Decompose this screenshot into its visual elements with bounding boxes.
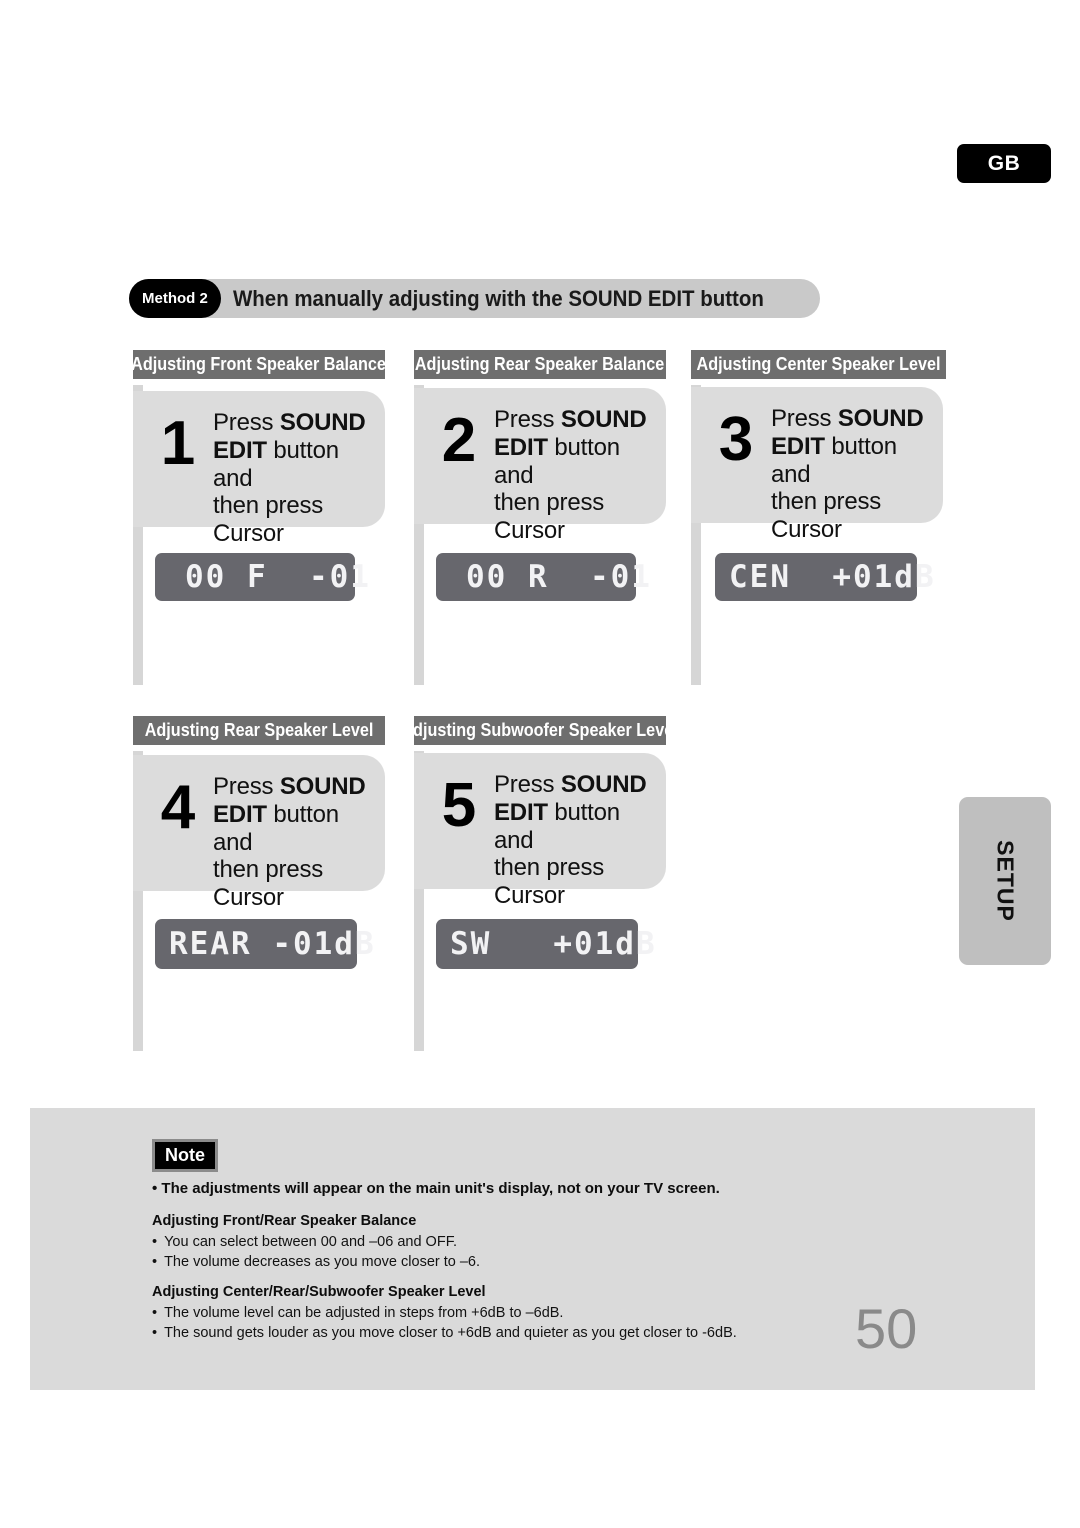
step-instruction-4: Press SOUND EDIT button and then press C…: [205, 755, 385, 938]
step-instruction-2: Press SOUND EDIT button and then press C…: [486, 388, 666, 571]
step-number-5: 5: [441, 771, 477, 840]
side-tab-setup-label: SETUP: [992, 840, 1019, 922]
method-pill: Method 2: [129, 279, 221, 318]
section-header-5: Adjusting Subwoofer Speaker Level: [402, 716, 678, 745]
step-line1-prefix-4: Press: [213, 773, 280, 800]
method-pill-label: Method 2: [142, 290, 208, 307]
step-box-3: 3 Press SOUND EDIT button and then press…: [691, 387, 943, 569]
step-line2-bold-1: EDIT: [213, 436, 267, 464]
lcd-display-5: SW +01dB: [436, 919, 655, 969]
step-line1-prefix-1: Press: [213, 409, 280, 436]
locale-badge-label: GB: [987, 151, 1021, 175]
step-number-3: 3: [718, 405, 754, 474]
step-line1-bold-4: SOUND: [279, 773, 366, 800]
note-item-2-2-text: The sound gets louder as you move closer…: [164, 1325, 737, 1341]
lcd-display-5-text: SW +01dB: [450, 926, 657, 962]
lcd-display-2: 00 R -01: [436, 553, 650, 601]
step-box-5: 5 Press SOUND EDIT button and then press…: [414, 753, 666, 935]
step-line1-prefix-5: Press: [494, 771, 561, 798]
note-item-1-2-text: The volume decreases as you move closer …: [164, 1254, 481, 1270]
side-tab-setup[interactable]: SETUP: [959, 797, 1051, 965]
section-header-2: Adjusting Rear Speaker Balance: [414, 350, 666, 379]
step-line3-2: then press Cursor: [494, 489, 605, 545]
section-header-3: Adjusting Center Speaker Level: [691, 350, 946, 379]
step-line2-bold-5: EDIT: [494, 798, 548, 826]
note-subhead-1: Adjusting Front/Rear Speaker Balance: [152, 1213, 417, 1229]
step-number-4: 4: [160, 773, 196, 842]
step-line1-bold-1: SOUND: [279, 409, 366, 436]
note-item-2-1-text: The volume level can be adjusted in step…: [164, 1305, 564, 1321]
note-lead-text: • The adjustments will appear on the mai…: [152, 1180, 720, 1197]
step-line3-5: then press Cursor: [494, 854, 605, 910]
step-box-2: 2 Press SOUND EDIT button and then press…: [414, 388, 666, 570]
lcd-display-1-text: 00 F -01: [185, 559, 371, 595]
lcd-display-2-text: 00 R -01: [466, 559, 652, 595]
step-line1-bold-5: SOUND: [560, 771, 647, 798]
step-line1-prefix-2: Press: [494, 406, 561, 433]
step-instruction-3: Press SOUND EDIT button and then press C…: [763, 387, 943, 570]
step-line3-1: then press Cursor: [213, 492, 324, 548]
lcd-display-4: REAR -01dB: [155, 919, 374, 969]
section-header-4: Adjusting Rear Speaker Level: [133, 716, 385, 745]
section-header-1-label: Adjusting Front Speaker Balance: [131, 354, 387, 374]
step-line2-bold-3: EDIT: [771, 432, 825, 460]
note-panel: Note • The adjustments will appear on th…: [30, 1108, 1035, 1390]
bullet-icon: •: [152, 1234, 158, 1250]
section-header-5-label: Adjusting Subwoofer Speaker Level: [401, 720, 679, 740]
bullet-icon: •: [152, 1305, 158, 1321]
step-line2-bold-2: EDIT: [494, 433, 548, 461]
note-section-front-rear-balance: Adjusting Front/Rear Speaker Balance • Yo…: [152, 1213, 992, 1270]
locale-badge-gb: GB: [957, 144, 1051, 183]
section-header-4-label: Adjusting Rear Speaker Level: [144, 720, 374, 740]
method-header: Method 2 When manually adjusting with th…: [129, 279, 820, 318]
page-number: 50: [855, 1297, 918, 1360]
section-header-3-label: Adjusting Center Speaker Level: [696, 354, 941, 374]
note-badge-label: Note: [165, 1145, 205, 1165]
method-title: When manually adjusting with the SOUND E…: [232, 285, 764, 311]
lcd-display-3-text: CEN +01dB: [729, 559, 936, 595]
step-box-1: 1 Press SOUND EDIT button and then press…: [133, 391, 385, 573]
bullet-icon: •: [152, 1254, 158, 1270]
step-line2-bold-4: EDIT: [213, 800, 267, 828]
step-line3-4: then press Cursor: [213, 856, 324, 912]
step-box-4: 4 Press SOUND EDIT button and then press…: [133, 755, 385, 937]
step-line1-bold-3: SOUND: [837, 405, 924, 432]
step-instruction-5: Press SOUND EDIT button and then press C…: [486, 753, 666, 936]
step-line1-prefix-3: Press: [771, 405, 838, 432]
bullet-icon: •: [152, 1325, 158, 1341]
step-line1-bold-2: SOUND: [560, 406, 647, 433]
section-header-1: Adjusting Front Speaker Balance: [131, 350, 387, 379]
step-number-2: 2: [441, 406, 477, 475]
lcd-display-3: CEN +01dB: [715, 553, 934, 601]
note-item-1-1: • You can select between 00 and –06 and O…: [152, 1234, 992, 1250]
note-badge: Note: [152, 1139, 218, 1172]
step-line3-3: then press Cursor: [771, 488, 882, 544]
lcd-display-4-text: REAR -01dB: [169, 926, 376, 962]
step-number-1: 1: [160, 409, 196, 478]
step-instruction-1: Press SOUND EDIT button and then press C…: [205, 391, 385, 574]
section-header-2-label: Adjusting Rear Speaker Balance: [415, 354, 665, 374]
note-item-1-2: • The volume decreases as you move closer…: [152, 1254, 992, 1270]
lcd-display-1: 00 F -01: [155, 553, 369, 601]
note-item-1-1-text: You can select between 00 and –06 and OF…: [164, 1234, 457, 1250]
